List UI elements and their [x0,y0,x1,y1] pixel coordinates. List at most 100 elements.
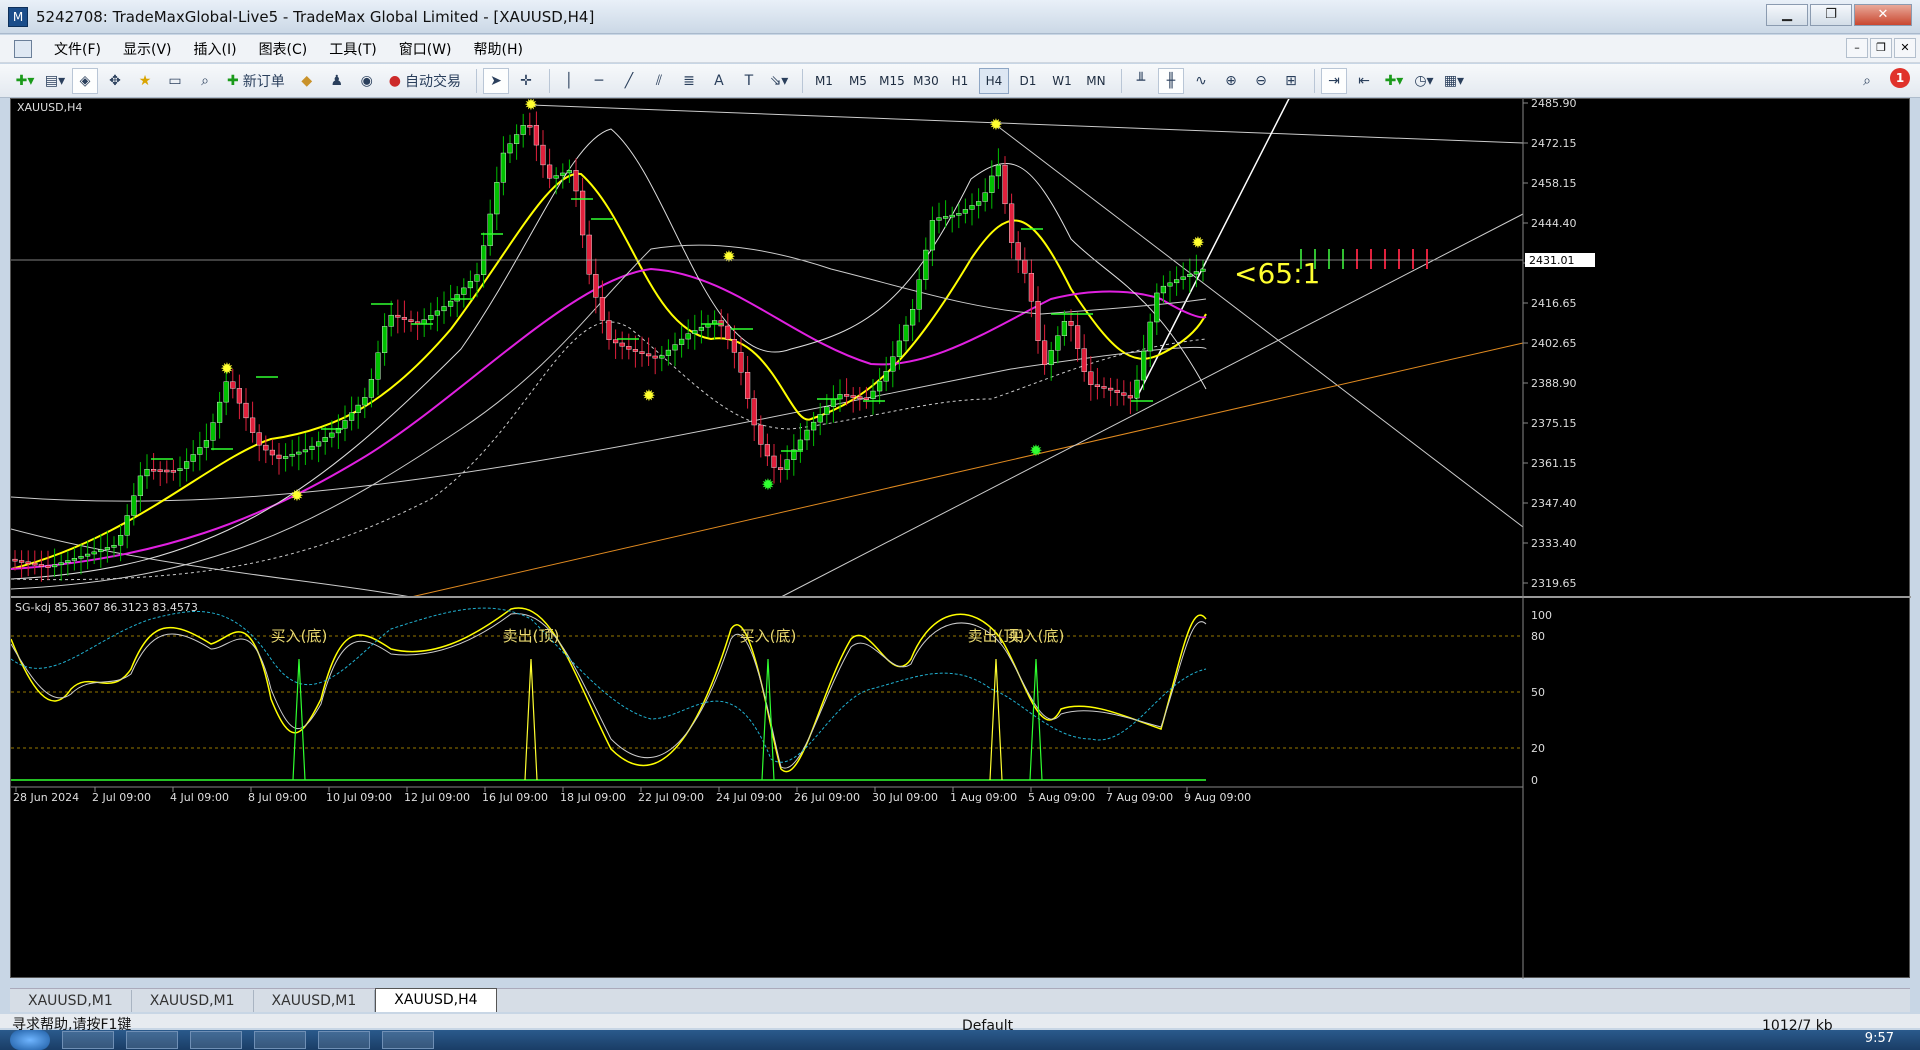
tile-windows-icon[interactable]: ⊞ [1278,68,1304,94]
data-window-icon[interactable]: ✥ [102,68,128,94]
candle-body [1134,379,1140,399]
candle-body [249,417,256,433]
timeframe-d1[interactable]: D1 [1013,68,1043,94]
candle-body [84,553,91,557]
menu-tools[interactable]: 工具(T) [329,39,376,59]
minimize-button[interactable]: ▁ [1766,4,1808,26]
mdi-window-icon[interactable] [14,39,32,58]
candle-body [580,190,586,236]
text-icon[interactable]: A [706,68,732,94]
timeframe-m5[interactable]: M5 [843,68,873,94]
notification-badge[interactable]: 1 [1890,68,1910,88]
menu-file[interactable]: 文件(F) [54,39,101,59]
candle-body [117,535,124,546]
candle-body [962,209,969,214]
periods-icon[interactable]: ◷▾ [1411,68,1437,94]
new-chart-icon[interactable]: ✚▾ [12,68,38,94]
taskbar-app[interactable] [190,1031,242,1049]
price-chart[interactable]: ✹ ✹ ✹ ✹ ✹ ✹ ✹ ✹ ✹ 2485.90 2472.15 2458.15 2444.40 24… [10,78,1911,979]
candle-body [296,451,302,455]
candle-body [1055,335,1061,351]
menu-help[interactable]: 帮助(H) [474,39,523,59]
timeframe-mn[interactable]: MN [1081,68,1111,94]
chart-tab-active[interactable]: XAUUSD,H4 [375,988,497,1012]
kdj-signal-label: 卖出(顶) [503,627,560,645]
menu-window[interactable]: 窗口(W) [399,39,452,59]
menu-insert[interactable]: 插入(I) [194,39,237,59]
candle-body [811,421,817,431]
menu-charts[interactable]: 图表(C) [259,39,308,59]
candle-body [725,325,731,340]
metaeditor-icon[interactable]: ◆ [294,68,320,94]
templates-icon[interactable]: ▦▾ [1441,68,1467,94]
terminal-icon[interactable]: ▭ [162,68,188,94]
candle-body [1028,272,1035,302]
timeframe-w1[interactable]: W1 [1047,68,1077,94]
candle-body [329,432,335,438]
strategy-tester-icon[interactable]: ⌕ [192,68,218,94]
candle-body [243,402,249,419]
candle-body [216,401,223,423]
auto-scroll-icon[interactable]: ⇥ [1320,67,1347,94]
chart-tab[interactable]: XAUUSD,M1 [10,990,132,1012]
taskbar-app[interactable] [318,1031,370,1049]
kdj-level-label: 100 [1531,609,1552,622]
candlestick-icon[interactable]: ╫ [1157,67,1184,94]
bar-chart-icon[interactable]: ╨ [1128,68,1154,94]
trendline-icon[interactable]: ╱ [616,68,642,94]
horizontal-line-icon[interactable]: ─ [586,68,612,94]
candle-body [1074,325,1081,349]
arrows-icon[interactable]: ⇘▾ [766,68,792,94]
candle-body [203,440,210,448]
start-button[interactable] [10,1030,50,1050]
fibonacci-icon[interactable]: ≣ [676,68,702,94]
separator [1313,68,1315,93]
line-chart-icon[interactable]: ∿ [1188,68,1214,94]
crosshair-icon[interactable]: ✛ [513,68,539,94]
zoom-out-icon[interactable]: ⊖ [1248,68,1274,94]
timeframe-h4[interactable]: H4 [978,67,1009,94]
maximize-button[interactable]: ❐ [1810,4,1852,26]
cursor-icon[interactable]: ➤ [482,67,509,94]
candle-body [936,217,942,221]
candle-body [738,352,744,373]
mdi-minimize-button[interactable]: – [1846,38,1868,58]
close-button[interactable]: ✕ [1854,4,1912,26]
taskbar-app[interactable] [62,1031,114,1049]
market-watch-icon[interactable]: ◈ [72,67,98,94]
price-axis: 2485.902472.152458.152444.402430.402416.… [11,97,1911,979]
timeframe-m1[interactable]: M1 [809,68,839,94]
menu-view[interactable]: 显示(V) [123,39,172,59]
toolbar: ✚▾ ▤▾ ◈ ✥ ★ ▭ ⌕ ✚ 新订单 ◆ ♟ ◉ ● 自动交易 ➤ ✛ │ ─… [0,64,1920,98]
signals-icon[interactable]: ♟ [324,68,350,94]
text-label-icon[interactable]: T [736,68,762,94]
vertical-line-icon[interactable]: │ [556,68,582,94]
channel-icon[interactable]: ⫽ [646,68,672,94]
navigator-icon[interactable]: ★ [132,68,158,94]
chart-window[interactable]: ✹ ✹ ✹ ✹ ✹ ✹ ✹ ✹ ✹ 2485.90 2472.15 2458.15 2444.40 24… [10,78,1911,979]
timeframe-m30[interactable]: M30 [911,68,941,94]
new-order-button[interactable]: ✚ 新订单 [222,68,290,94]
chart-tab[interactable]: XAUUSD,M1 [254,990,376,1012]
indicators-icon[interactable]: ✚▾ [1381,68,1407,94]
chart-tab[interactable]: XAUUSD,M1 [132,990,254,1012]
chart-shift-icon[interactable]: ⇤ [1351,68,1377,94]
timeframe-h1[interactable]: H1 [945,68,975,94]
market-icon[interactable]: ◉ [354,68,380,94]
candle-body [969,205,975,210]
auto-trading-button[interactable]: ● 自动交易 [384,68,466,94]
taskbar-app[interactable] [254,1031,306,1049]
profiles-icon[interactable]: ▤▾ [42,68,68,94]
taskbar-app[interactable] [126,1031,178,1049]
candle-body [1015,242,1021,261]
search-icon[interactable]: ⌕ [1854,68,1880,94]
time-tick-label: 28 Jun 2024 [13,791,79,804]
support-trendline [410,342,1524,598]
zoom-in-icon[interactable]: ⊕ [1218,68,1244,94]
candle-body [771,455,777,468]
candle-body [45,565,51,568]
mdi-restore-button[interactable]: ❐ [1870,38,1892,58]
mdi-close-button[interactable]: ✕ [1894,38,1916,58]
taskbar-app[interactable] [382,1031,434,1049]
timeframe-m15[interactable]: M15 [877,68,907,94]
